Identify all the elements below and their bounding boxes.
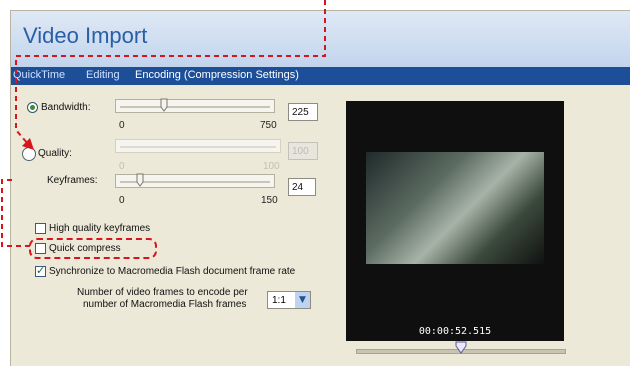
tab-quicktime[interactable]: QuickTime xyxy=(13,69,65,81)
quality-slider[interactable] xyxy=(115,139,281,153)
timecode: 00:00:52.515 xyxy=(418,326,492,337)
bandwidth-max: 750 xyxy=(260,120,277,131)
page-title: Video Import xyxy=(23,23,148,48)
bandwidth-label: Bandwidth: xyxy=(41,102,91,113)
sync-frame-rate-label: Synchronize to Macromedia Flash document… xyxy=(49,266,296,277)
quality-min: 0 xyxy=(119,161,125,172)
quality-max: 100 xyxy=(263,161,280,172)
dialog-header: Video Import xyxy=(11,11,630,67)
keyframes-slider-thumb[interactable] xyxy=(136,173,144,187)
video-preview: 00:00:52.515 xyxy=(346,101,564,341)
frames-ratio-select[interactable]: 1:1 ▼ xyxy=(267,291,311,309)
chevron-down-icon[interactable]: ▼ xyxy=(295,292,310,308)
high-quality-keyframes-label: High quality keyframes xyxy=(49,223,151,234)
keyframes-slider[interactable] xyxy=(115,173,275,188)
tab-bar: QuickTime Editing Encoding (Compression … xyxy=(11,67,630,85)
keyframes-max: 150 xyxy=(261,195,278,206)
frames-ratio-label-1: Number of video frames to encode per xyxy=(77,287,248,298)
high-quality-keyframes-checkbox[interactable] xyxy=(35,223,46,234)
bandwidth-radio[interactable] xyxy=(27,102,38,113)
quality-radio[interactable] xyxy=(22,147,36,161)
video-frame xyxy=(366,152,544,264)
frames-ratio-value: 1:1 xyxy=(272,295,286,306)
keyframes-label: Keyframes: xyxy=(47,175,98,186)
quick-compress-checkbox[interactable] xyxy=(35,243,46,254)
video-import-dialog: Video Import QuickTime Editing Encoding … xyxy=(10,10,630,366)
bandwidth-input[interactable]: 225 xyxy=(288,103,318,121)
bandwidth-slider[interactable] xyxy=(115,98,275,113)
frames-ratio-label-2: number of Macromedia Flash frames xyxy=(83,299,247,310)
tab-encoding[interactable]: Encoding (Compression Settings) xyxy=(135,69,299,81)
quick-compress-label: Quick compress xyxy=(49,243,121,254)
bandwidth-min: 0 xyxy=(119,120,125,131)
quality-label: Quality: xyxy=(38,148,72,159)
bandwidth-slider-thumb[interactable] xyxy=(160,98,168,112)
keyframes-input[interactable]: 24 xyxy=(288,178,316,196)
sync-frame-rate-checkbox[interactable] xyxy=(35,264,46,277)
tab-editing[interactable]: Editing xyxy=(86,69,120,81)
quality-input[interactable]: 100 xyxy=(288,142,318,160)
scrubber-thumb[interactable] xyxy=(455,341,467,355)
keyframes-min: 0 xyxy=(119,195,125,206)
